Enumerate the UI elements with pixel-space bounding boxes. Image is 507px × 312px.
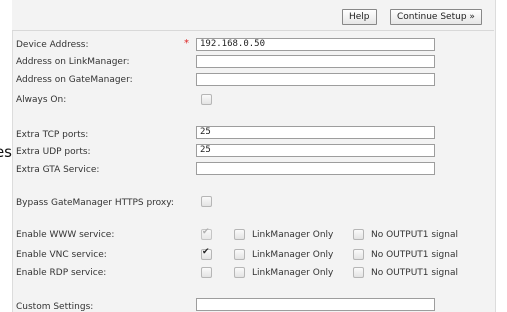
- rdp-no-output1-checkbox[interactable]: [353, 267, 364, 278]
- always-on-label: Always On:: [16, 95, 67, 105]
- gta-service-input[interactable]: [196, 162, 435, 175]
- rdp-linkmanager-only-checkbox[interactable]: [234, 267, 245, 278]
- www-linkmanager-only-label: LinkManager Only: [252, 230, 334, 240]
- vnc-linkmanager-only-checkbox[interactable]: [234, 249, 245, 260]
- vnc-linkmanager-only-label: LinkManager Only: [252, 250, 334, 260]
- tcp-ports-label: Extra TCP ports:: [16, 130, 89, 140]
- custom-settings-label: Custom Settings:: [16, 302, 94, 312]
- gta-service-label: Extra GTA Service:: [16, 165, 100, 175]
- bypass-proxy-label: Bypass GateManager HTTPS proxy:: [16, 198, 174, 208]
- clipped-left-text: es: [0, 143, 12, 161]
- www-enable-checkbox[interactable]: [201, 227, 212, 240]
- always-on-checkbox[interactable]: [201, 94, 212, 105]
- continue-setup-button[interactable]: Continue Setup »: [390, 9, 482, 25]
- www-service-label: Enable WWW service:: [16, 230, 115, 240]
- required-marker: *: [184, 38, 189, 49]
- vnc-service-label: Enable VNC service:: [16, 250, 107, 260]
- tcp-ports-input[interactable]: 25: [196, 126, 435, 139]
- linkmanager-address-label: Address on LinkManager:: [16, 57, 130, 67]
- vnc-enable-checkbox[interactable]: [201, 247, 212, 260]
- toolbar: Help Continue Setup »: [12, 0, 494, 31]
- rdp-no-output1-label: No OUTPUT1 signal: [371, 268, 458, 278]
- udp-ports-label: Extra UDP ports:: [16, 147, 91, 157]
- rdp-enable-checkbox[interactable]: [201, 267, 212, 278]
- vnc-no-output1-checkbox[interactable]: [353, 249, 364, 260]
- device-address-input[interactable]: 192.168.0.50: [196, 38, 435, 51]
- vnc-no-output1-label: No OUTPUT1 signal: [371, 250, 458, 260]
- rdp-linkmanager-only-label: LinkManager Only: [252, 268, 334, 278]
- rdp-service-label: Enable RDP service:: [16, 268, 107, 278]
- help-button[interactable]: Help: [342, 9, 377, 25]
- www-no-output1-label: No OUTPUT1 signal: [371, 230, 458, 240]
- www-linkmanager-only-checkbox[interactable]: [234, 229, 245, 240]
- linkmanager-address-input[interactable]: [196, 55, 435, 68]
- bypass-proxy-checkbox[interactable]: [201, 196, 212, 207]
- gatemanager-address-input[interactable]: [196, 73, 435, 86]
- device-address-label: Device Address:: [16, 40, 89, 50]
- www-no-output1-checkbox[interactable]: [353, 229, 364, 240]
- custom-settings-input[interactable]: [196, 298, 435, 311]
- udp-ports-input[interactable]: 25: [196, 144, 435, 157]
- gatemanager-address-label: Address on GateManager:: [16, 75, 133, 85]
